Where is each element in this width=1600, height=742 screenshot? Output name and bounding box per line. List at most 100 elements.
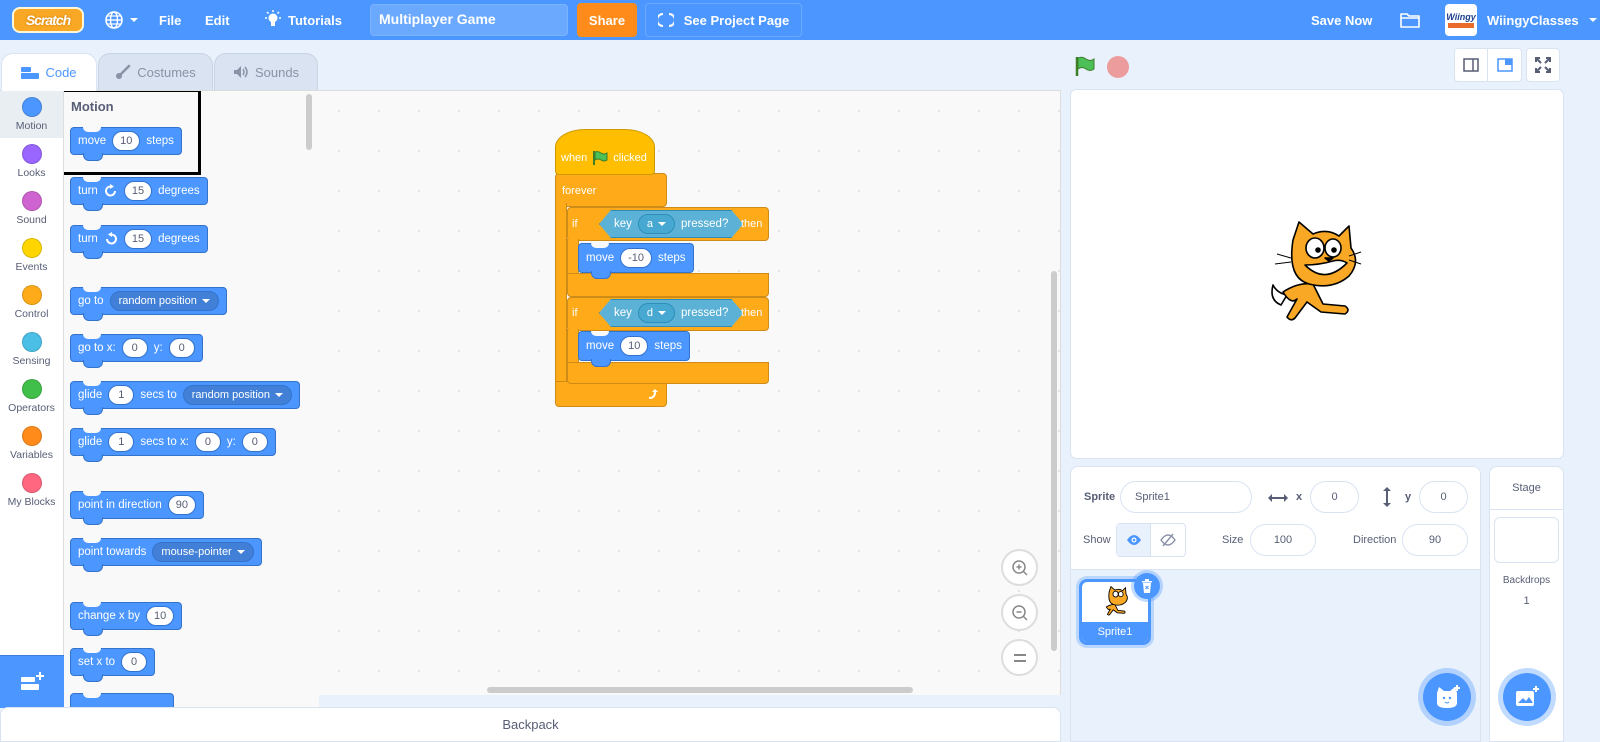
- workspace-horizontal-scrollbar[interactable]: [487, 687, 913, 693]
- move-steps-block-1[interactable]: move -10 steps: [578, 243, 694, 279]
- scratch-cat-sprite[interactable]: [1263, 220, 1363, 330]
- block-input[interactable]: 0: [121, 652, 148, 672]
- choose-sprite-button[interactable]: [1423, 673, 1471, 721]
- large-stage-button[interactable]: [1488, 48, 1522, 82]
- account-menu[interactable]: Wiingy WiingyClasses: [1445, 0, 1597, 40]
- hide-sprite-button[interactable]: [1151, 524, 1185, 556]
- sprite-name-input[interactable]: Sprite1: [1120, 481, 1252, 513]
- block-dropdown[interactable]: mouse-pointer: [152, 542, 254, 562]
- key-dropdown[interactable]: d: [638, 303, 675, 323]
- fullscreen-icon: [1535, 57, 1551, 73]
- stage-selector[interactable]: Stage Backdrops 1: [1489, 466, 1564, 742]
- x-input[interactable]: 0: [1310, 481, 1359, 513]
- category-events[interactable]: Events: [0, 232, 63, 279]
- y-input[interactable]: 0: [1419, 481, 1468, 513]
- key-dropdown[interactable]: a: [638, 214, 675, 234]
- green-flag-button[interactable]: [1074, 55, 1098, 77]
- my-stuff-button[interactable]: [1399, 0, 1421, 40]
- block-change-x-by[interactable]: change x by 10: [70, 602, 183, 636]
- block-input[interactable]: 1: [108, 432, 135, 452]
- block-turn-left[interactable]: turn 15 degrees: [70, 225, 208, 259]
- block-dropdown[interactable]: random position: [182, 385, 293, 405]
- block-input[interactable]: 15: [123, 181, 153, 201]
- chevron-down-icon: [1588, 18, 1597, 22]
- block-input[interactable]: 15: [123, 229, 153, 249]
- backpack[interactable]: Backpack: [0, 707, 1061, 742]
- block-set-x-to[interactable]: set x to 0: [70, 648, 156, 682]
- block-input[interactable]: 0: [194, 432, 221, 452]
- size-input[interactable]: 100: [1250, 524, 1316, 556]
- block-text: glide: [78, 389, 103, 401]
- fullscreen-button[interactable]: [1526, 48, 1560, 82]
- tab-sounds[interactable]: Sounds: [214, 53, 318, 91]
- small-stage-button[interactable]: [1454, 48, 1488, 82]
- block-go-to[interactable]: go to random position: [70, 287, 227, 321]
- block-text: go to x:: [78, 342, 116, 354]
- language-menu[interactable]: [104, 0, 138, 40]
- category-looks[interactable]: Looks: [0, 138, 63, 185]
- direction-input[interactable]: 90: [1402, 524, 1468, 556]
- block-input[interactable]: 0: [121, 338, 148, 358]
- category-motion[interactable]: Motion: [0, 91, 63, 138]
- category-operators[interactable]: Operators: [0, 373, 63, 420]
- stop-button[interactable]: [1107, 56, 1129, 78]
- add-extension-button[interactable]: [0, 655, 64, 708]
- tab-sounds-label: Sounds: [254, 64, 300, 80]
- category-variables[interactable]: Variables: [0, 420, 63, 467]
- block-glide-to[interactable]: glide 1 secs to random position: [70, 381, 301, 415]
- zoom-in-button[interactable]: [1001, 549, 1038, 586]
- block-input[interactable]: 0: [241, 432, 268, 452]
- category-menu: Motion Looks Sound Events Control Sensin…: [0, 90, 64, 655]
- block-input[interactable]: 0: [168, 338, 195, 358]
- delete-sprite-button[interactable]: [1134, 573, 1160, 599]
- category-sound[interactable]: Sound: [0, 185, 63, 232]
- block-go-to-xy[interactable]: go to x: 0 y: 0: [70, 334, 203, 368]
- block-input[interactable]: 90: [167, 495, 196, 515]
- block-text: go to: [78, 295, 104, 307]
- block-input[interactable]: -10: [620, 248, 653, 268]
- add-sprite-cat-icon: [1437, 685, 1460, 708]
- block-point-towards[interactable]: point towards mouse-pointer: [70, 538, 262, 572]
- see-project-page-button[interactable]: See Project Page: [645, 3, 802, 37]
- dropdown-value: random position: [191, 389, 271, 401]
- block-move-steps[interactable]: move 10 steps: [70, 127, 182, 161]
- zoom-reset-button[interactable]: [1001, 639, 1038, 676]
- loop-arrow-icon: [648, 389, 658, 399]
- key-pressed-block-a[interactable]: key a pressed?: [599, 210, 743, 238]
- block-input[interactable]: 10: [146, 606, 175, 626]
- category-sensing[interactable]: Sensing: [0, 326, 63, 373]
- move-steps-block-2[interactable]: move 10 steps: [578, 331, 690, 367]
- stage-thumbnail[interactable]: [1494, 517, 1559, 563]
- show-sprite-button[interactable]: [1117, 524, 1152, 556]
- edit-menu[interactable]: Edit: [205, 0, 230, 40]
- tab-costumes[interactable]: Costumes: [98, 53, 213, 91]
- avatar-text: Wiingy: [1446, 12, 1476, 22]
- category-control[interactable]: Control: [0, 279, 63, 326]
- palette-scrollbar[interactable]: [306, 94, 312, 150]
- stage-canvas[interactable]: [1070, 89, 1564, 459]
- block-text: glide: [78, 436, 103, 448]
- scratch-logo[interactable]: Scratch: [12, 7, 84, 33]
- tutorials-menu[interactable]: Tutorials: [264, 0, 342, 40]
- project-title-input[interactable]: Multiplayer Game: [370, 4, 568, 36]
- block-partial[interactable]: [70, 693, 174, 708]
- block-input[interactable]: 1: [108, 385, 135, 405]
- block-input[interactable]: 10: [112, 131, 141, 151]
- workspace-vertical-scrollbar[interactable]: [1051, 271, 1057, 651]
- block-glide-to-xy[interactable]: glide 1 secs to x: 0 y: 0: [70, 428, 276, 462]
- file-menu[interactable]: File: [159, 0, 181, 40]
- share-button[interactable]: Share: [577, 3, 637, 37]
- scratch-cat-thumbnail-icon: [1105, 586, 1128, 616]
- block-point-in-direction[interactable]: point in direction 90: [70, 491, 204, 525]
- category-my-blocks[interactable]: My Blocks: [0, 467, 63, 514]
- choose-backdrop-button[interactable]: [1503, 673, 1551, 721]
- block-dropdown[interactable]: random position: [109, 291, 219, 311]
- key-pressed-block-d[interactable]: key d pressed?: [599, 299, 743, 327]
- block-turn-right[interactable]: turn 15 degrees: [70, 177, 208, 211]
- if-label: if: [572, 307, 578, 319]
- code-workspace[interactable]: forever if key a pressed? then move -10 …: [319, 90, 1061, 695]
- tab-code[interactable]: Code: [1, 53, 97, 91]
- save-now-button[interactable]: Save Now: [1311, 0, 1372, 40]
- block-input[interactable]: 10: [620, 336, 649, 356]
- zoom-out-button[interactable]: [1001, 594, 1038, 631]
